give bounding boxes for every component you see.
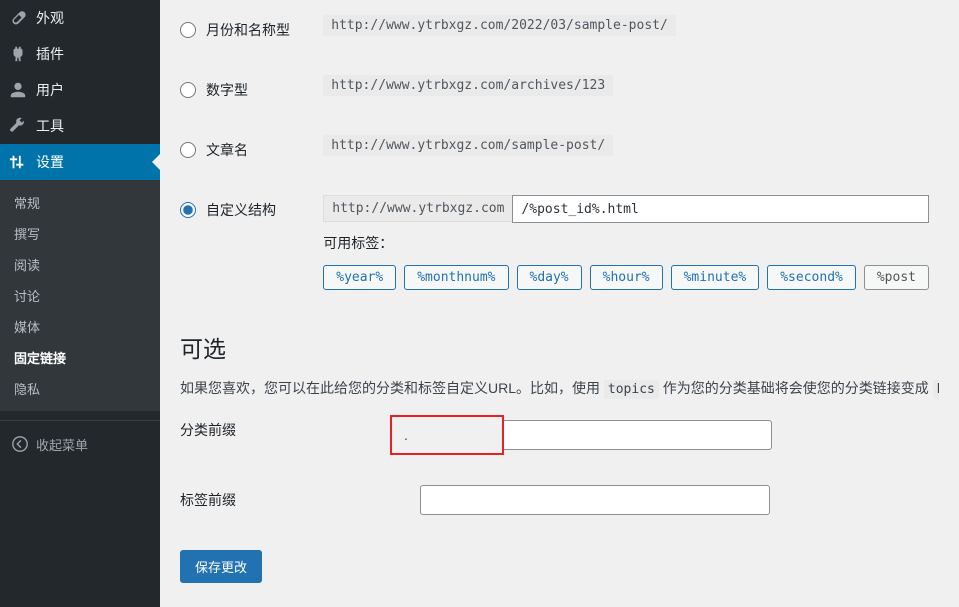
- label-numeric[interactable]: 数字型: [206, 80, 248, 100]
- menu-plugins[interactable]: 插件: [0, 36, 160, 72]
- label-post-name[interactable]: 文章名: [206, 140, 248, 160]
- tag-day[interactable]: %day%: [517, 265, 582, 290]
- tag-base-input[interactable]: [420, 485, 770, 515]
- radio-post-name[interactable]: [180, 142, 196, 158]
- collapse-menu[interactable]: 收起菜单: [0, 426, 160, 462]
- radio-month-name[interactable]: [180, 22, 196, 38]
- category-base-input[interactable]: [502, 420, 772, 450]
- sub-privacy[interactable]: 隐私: [0, 373, 160, 404]
- sub-general[interactable]: 常规: [0, 187, 160, 218]
- save-changes-button[interactable]: 保存更改: [180, 550, 262, 583]
- optional-heading: 可选: [180, 330, 939, 364]
- category-base-label: 分类前缀: [180, 422, 236, 438]
- admin-sidebar: 外观 插件 用户 工具 设置 常规 撰写 阅读 讨论 媒体 固定链接 隐私: [0, 0, 160, 607]
- example-post-name: http://www.ytrbxgz.com/sample-post/: [323, 135, 613, 156]
- radio-custom[interactable]: [180, 202, 196, 218]
- tag-second[interactable]: %second%: [767, 265, 856, 290]
- label-custom[interactable]: 自定义结构: [206, 200, 276, 220]
- tag-buttons: %year% %monthnum% %day% %hour% %minute% …: [323, 265, 929, 290]
- wrench-icon: [8, 116, 28, 136]
- sliders-icon: [8, 152, 28, 172]
- user-icon: [8, 80, 28, 100]
- plug-icon: [8, 44, 28, 64]
- label-month-name[interactable]: 月份和名称型: [206, 20, 290, 40]
- menu-users[interactable]: 用户: [0, 72, 160, 108]
- brush-icon: [8, 8, 28, 28]
- settings-submenu: 常规 撰写 阅读 讨论 媒体 固定链接 隐私: [0, 180, 160, 411]
- category-base-highlight: .: [390, 415, 504, 455]
- sub-media[interactable]: 媒体: [0, 311, 160, 342]
- optional-description: 如果您喜欢，您可以在此给您的分类和标签自定义URL。比如，使用 topics 作…: [180, 378, 939, 400]
- collapse-icon: [10, 434, 30, 454]
- tag-postid[interactable]: %post: [864, 265, 929, 290]
- tag-monthnum[interactable]: %monthnum%: [404, 265, 508, 290]
- example-numeric: http://www.ytrbxgz.com/archives/123: [323, 75, 613, 96]
- available-tags-label: 可用标签：: [323, 233, 929, 253]
- custom-prefix: http://www.ytrbxgz.com: [323, 195, 512, 222]
- menu-settings[interactable]: 设置: [0, 144, 160, 180]
- sub-permalinks[interactable]: 固定链接: [0, 342, 160, 373]
- sub-writing[interactable]: 撰写: [0, 218, 160, 249]
- tag-minute[interactable]: %minute%: [671, 265, 760, 290]
- custom-structure-input[interactable]: [512, 195, 929, 223]
- main-content: 月份和名称型 http://www.ytrbxgz.com/2022/03/sa…: [160, 0, 959, 607]
- sub-discussion[interactable]: 讨论: [0, 280, 160, 311]
- tag-year[interactable]: %year%: [323, 265, 396, 290]
- tag-hour[interactable]: %hour%: [590, 265, 663, 290]
- sub-reading[interactable]: 阅读: [0, 249, 160, 280]
- radio-numeric[interactable]: [180, 82, 196, 98]
- tag-base-label: 标签前缀: [180, 492, 236, 508]
- menu-tools[interactable]: 工具: [0, 108, 160, 144]
- example-month-name: http://www.ytrbxgz.com/2022/03/sample-po…: [323, 15, 676, 36]
- menu-appearance[interactable]: 外观: [0, 0, 160, 36]
